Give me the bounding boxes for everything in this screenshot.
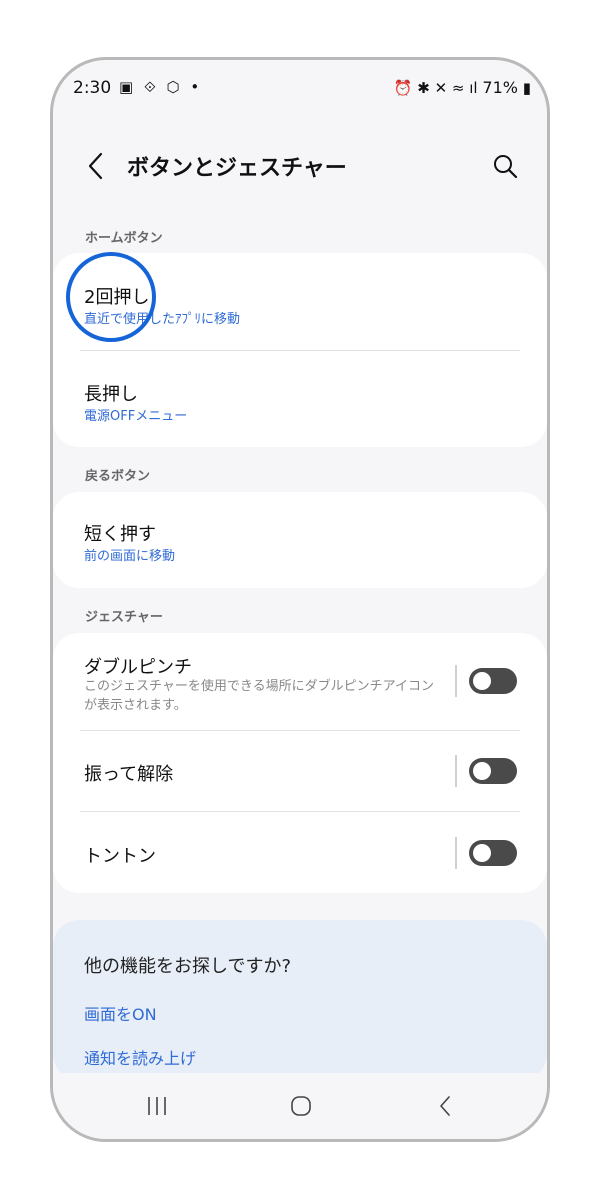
home-icon xyxy=(291,1096,311,1116)
recent-apps-icon xyxy=(148,1097,166,1115)
toggle-separator xyxy=(455,755,457,787)
list-item-shake-unlock[interactable]: 振って解除 xyxy=(53,730,547,811)
battery-icon: ▮ xyxy=(522,79,531,97)
section-back-button: 戻るボタン xyxy=(85,469,151,484)
page-header: ボタンとジェスチャー xyxy=(53,140,547,200)
list-item-short-press[interactable]: 短く押す 前の画面に移動 xyxy=(53,492,547,588)
phone-frame: 2:30 ▣ ⟐ ⬡ • ⏰ ✱ ✕ ≈ ıl 71% ▮ ボタンとジェスチャー… xyxy=(50,57,550,1142)
page-title: ボタンとジェスチャー xyxy=(127,156,347,181)
item-subtitle: 電源OFFメニュー xyxy=(84,409,188,424)
list-item-double-pinch[interactable]: ダブルピンチ このジェスチャーを使用できる場所にダブルピンチアイコンが表示されま… xyxy=(53,633,547,730)
section-home-button: ホームボタン xyxy=(85,231,163,246)
nav-back-button[interactable] xyxy=(425,1091,465,1121)
gestures-card: ダブルピンチ このジェスチャーを使用できる場所にダブルピンチアイコンが表示されま… xyxy=(53,633,547,893)
item-subtitle: 前の画面に移動 xyxy=(84,549,176,564)
toggle-separator xyxy=(455,837,457,869)
item-title: 振って解除 xyxy=(84,764,174,785)
status-bar: 2:30 ▣ ⟐ ⬡ • ⏰ ✱ ✕ ≈ ıl 71% ▮ xyxy=(53,60,547,116)
link-read-notifications[interactable]: 通知を読み上げ xyxy=(84,1045,196,1069)
search-icon xyxy=(494,155,518,179)
navigation-bar xyxy=(53,1073,547,1139)
double-pinch-toggle[interactable] xyxy=(469,668,517,694)
chevron-left-icon xyxy=(88,152,103,180)
notification-icons: ▣ ⟐ ⬡ • xyxy=(119,78,203,96)
home-button[interactable] xyxy=(281,1091,321,1121)
back-button[interactable] xyxy=(81,146,115,186)
link-screen-on[interactable]: 画面をON xyxy=(84,1001,157,1025)
item-title: ダブルピンチ xyxy=(84,657,192,678)
item-title: 短く押す xyxy=(84,524,156,545)
search-button[interactable] xyxy=(487,146,523,186)
back-icon xyxy=(440,1096,450,1116)
more-features-title: 他の機能をお探しですか? xyxy=(84,956,292,977)
toggle-separator xyxy=(455,665,457,697)
highlight-annotation-circle xyxy=(66,252,156,342)
item-title: 長押し xyxy=(84,384,138,405)
list-item-long-press[interactable]: 長押し 電源OFFメニュー xyxy=(53,350,547,447)
more-features-card: 他の機能をお探しですか? 画面をON 通知を読み上げ xyxy=(53,920,547,1080)
status-right-icons: ⏰ ✱ ✕ ≈ ıl xyxy=(393,79,478,97)
item-title: トントン xyxy=(84,846,156,867)
recent-apps-button[interactable] xyxy=(137,1091,177,1121)
shake-unlock-toggle[interactable] xyxy=(469,758,517,784)
status-time: 2:30 xyxy=(73,78,112,98)
battery-percent: 71% xyxy=(482,78,518,97)
system-status-icons: ⏰ ✱ ✕ ≈ ıl 71% ▮ xyxy=(394,78,531,97)
item-description: このジェスチャーを使用できる場所にダブルピンチアイコンが表示されます。 xyxy=(84,679,434,713)
section-gestures: ジェスチャー xyxy=(85,610,163,625)
back-button-card: 短く押す 前の画面に移動 xyxy=(53,492,547,588)
tap-tap-toggle[interactable] xyxy=(469,840,517,866)
list-item-tap-tap[interactable]: トントン xyxy=(53,811,547,893)
